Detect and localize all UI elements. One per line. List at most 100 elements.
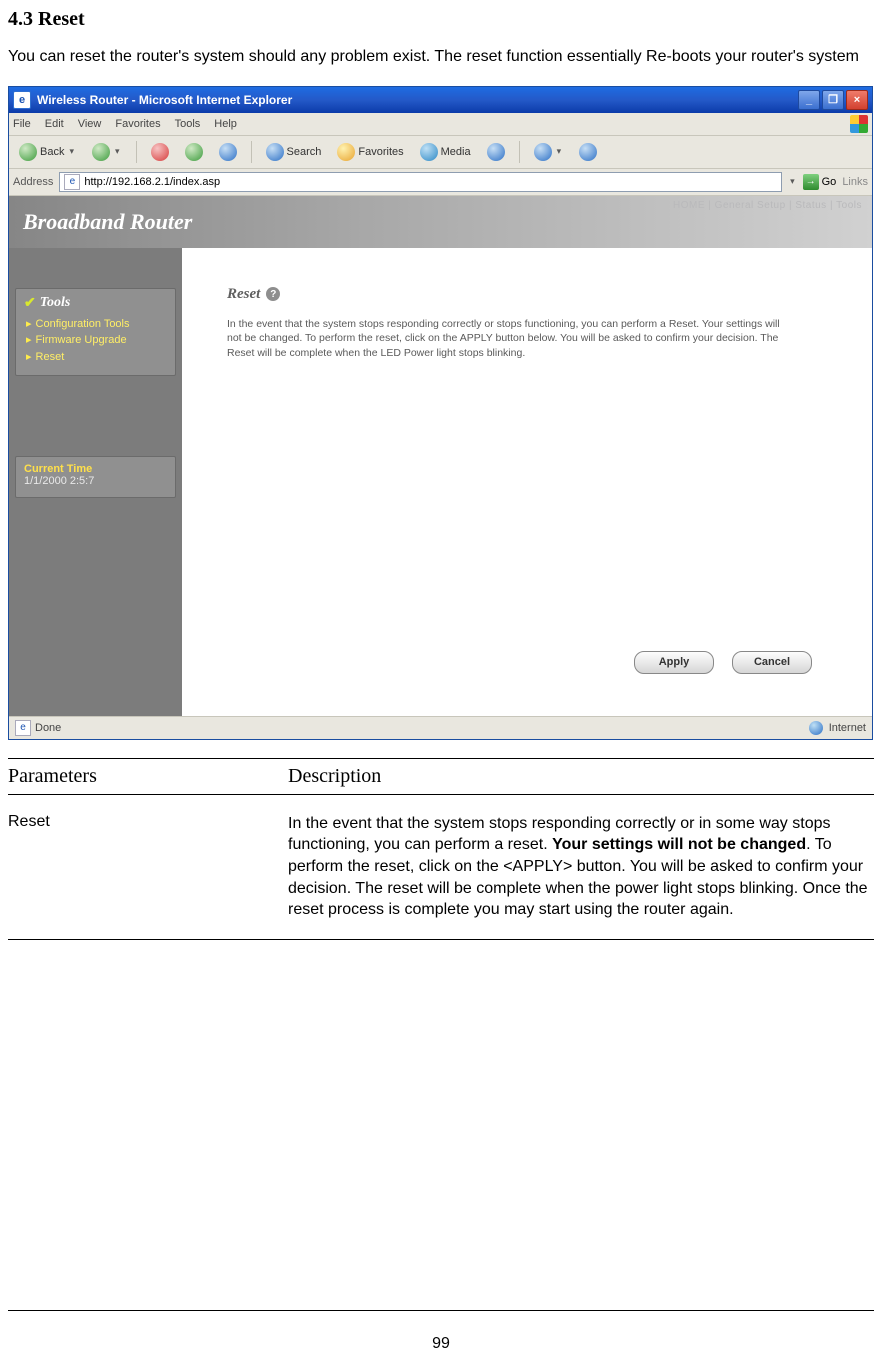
intro-paragraph: You can reset the router's system should… [8, 47, 874, 68]
apply-button[interactable]: Apply [634, 651, 714, 674]
content-title-text: Reset [227, 286, 260, 303]
sidebar-item-label: Reset [36, 349, 65, 366]
search-button[interactable]: Search [260, 141, 328, 163]
page-icon: e [64, 174, 80, 190]
address-value: http://192.168.2.1/index.asp [84, 176, 220, 188]
dropdown-icon: ▾ [67, 146, 76, 157]
address-bar: Address e http://192.168.2.1/index.asp ▾… [9, 169, 872, 196]
table-row: Reset In the event that the system stops… [8, 799, 874, 935]
minimize-button[interactable]: _ [798, 90, 820, 110]
table-rule [8, 939, 874, 940]
col-header-parameters: Parameters [8, 765, 288, 788]
back-button[interactable]: Back ▾ [13, 141, 82, 163]
address-label: Address [13, 176, 53, 188]
status-left: e Done [15, 720, 61, 736]
bullet-icon: ▸ [26, 316, 32, 333]
refresh-button[interactable] [179, 141, 209, 163]
mail-icon [534, 143, 552, 161]
sidebar-tools-group: ✔ Tools ▸Configuration Tools ▸Firmware U… [15, 288, 176, 377]
media-button[interactable]: Media [414, 141, 477, 163]
router-brand: Broadband Router [23, 209, 192, 235]
router-content-pane: Reset ? In the event that the system sto… [182, 248, 872, 716]
table-rule [8, 794, 874, 795]
window-controls: _ ❐ × [798, 90, 868, 110]
menu-help[interactable]: Help [214, 118, 237, 130]
back-label: Back [40, 146, 64, 158]
go-button[interactable]: → Go [803, 174, 837, 190]
history-icon [487, 143, 505, 161]
history-button[interactable] [481, 141, 511, 163]
col-header-description: Description [288, 765, 874, 788]
bullet-icon: ▸ [26, 332, 32, 349]
sidebar-item-firmware[interactable]: ▸Firmware Upgrade [24, 332, 167, 349]
mail-button[interactable]: ▾ [528, 141, 570, 163]
search-icon [266, 143, 284, 161]
sidebar-item-reset[interactable]: ▸Reset [24, 349, 167, 366]
cancel-button[interactable]: Cancel [732, 651, 812, 674]
desc-bold: Your settings will not be changed [552, 836, 806, 853]
check-icon: ✔ [24, 295, 36, 312]
page-icon: e [15, 720, 31, 736]
stop-button[interactable] [145, 141, 175, 163]
help-icon[interactable]: ? [266, 287, 280, 301]
status-zone: Internet [829, 722, 866, 734]
bullet-icon: ▸ [26, 349, 32, 366]
address-input[interactable]: e http://192.168.2.1/index.asp [59, 172, 782, 192]
sidebar-item-label: Firmware Upgrade [36, 332, 127, 349]
search-label: Search [287, 146, 322, 158]
favorites-button[interactable]: Favorites [331, 141, 409, 163]
go-icon: → [803, 174, 819, 190]
router-body: ✔ Tools ▸Configuration Tools ▸Firmware U… [9, 248, 872, 716]
favorites-icon [337, 143, 355, 161]
back-icon [19, 143, 37, 161]
print-button[interactable] [573, 141, 603, 163]
windows-logo-icon [850, 115, 868, 133]
maximize-button[interactable]: ❐ [822, 90, 844, 110]
window-titlebar: e Wireless Router - Microsoft Internet E… [9, 87, 872, 113]
menu-file[interactable]: File [13, 118, 31, 130]
current-time-label: Current Time [24, 463, 167, 475]
toolbar-separator [136, 141, 137, 163]
param-description: In the event that the system stops respo… [288, 813, 874, 921]
forward-button[interactable]: ▾ [86, 141, 128, 163]
menu-tools[interactable]: Tools [175, 118, 201, 130]
close-button[interactable]: × [846, 90, 868, 110]
page-bottom-rule [8, 1310, 874, 1311]
sidebar-time-group: Current Time 1/1/2000 2:5:7 [15, 456, 176, 498]
sidebar-item-config-tools[interactable]: ▸Configuration Tools [24, 316, 167, 333]
router-top-links[interactable]: HOME | General Setup | Status | Tools [673, 200, 862, 211]
dropdown-icon: ▾ [113, 146, 122, 157]
router-sidebar: ✔ Tools ▸Configuration Tools ▸Firmware U… [9, 248, 182, 716]
router-page-header: Broadband Router HOME | General Setup | … [9, 196, 872, 248]
content-button-row: Apply Cancel [634, 651, 812, 674]
status-text: Done [35, 722, 61, 734]
address-dropdown-icon[interactable]: ▾ [788, 176, 797, 187]
menu-edit[interactable]: Edit [45, 118, 64, 130]
sidebar-item-label: Configuration Tools [36, 316, 130, 333]
sidebar-group-label: Tools [40, 295, 71, 311]
status-right: Internet [809, 721, 866, 735]
table-header-row: Parameters Description [8, 763, 874, 790]
links-label[interactable]: Links [842, 176, 868, 188]
stop-icon [151, 143, 169, 161]
media-label: Media [441, 146, 471, 158]
param-name: Reset [8, 813, 288, 921]
parameter-table: Parameters Description Reset In the even… [8, 758, 874, 940]
section-heading: 4.3 Reset [8, 8, 874, 31]
status-bar: e Done Internet [9, 716, 872, 739]
menu-view[interactable]: View [78, 118, 102, 130]
browser-toolbar: Back ▾ ▾ Search Favorites Media [9, 136, 872, 169]
print-icon [579, 143, 597, 161]
internet-zone-icon [809, 721, 823, 735]
menu-favorites[interactable]: Favorites [115, 118, 160, 130]
toolbar-separator [519, 141, 520, 163]
table-rule [8, 758, 874, 759]
home-button[interactable] [213, 141, 243, 163]
menu-bar: File Edit View Favorites Tools Help [9, 113, 872, 136]
toolbar-separator [251, 141, 252, 163]
sidebar-group-title: ✔ Tools [24, 295, 167, 312]
go-label: Go [822, 176, 837, 188]
dropdown-icon: ▾ [555, 146, 564, 157]
page-number: 99 [0, 1335, 882, 1353]
media-icon [420, 143, 438, 161]
